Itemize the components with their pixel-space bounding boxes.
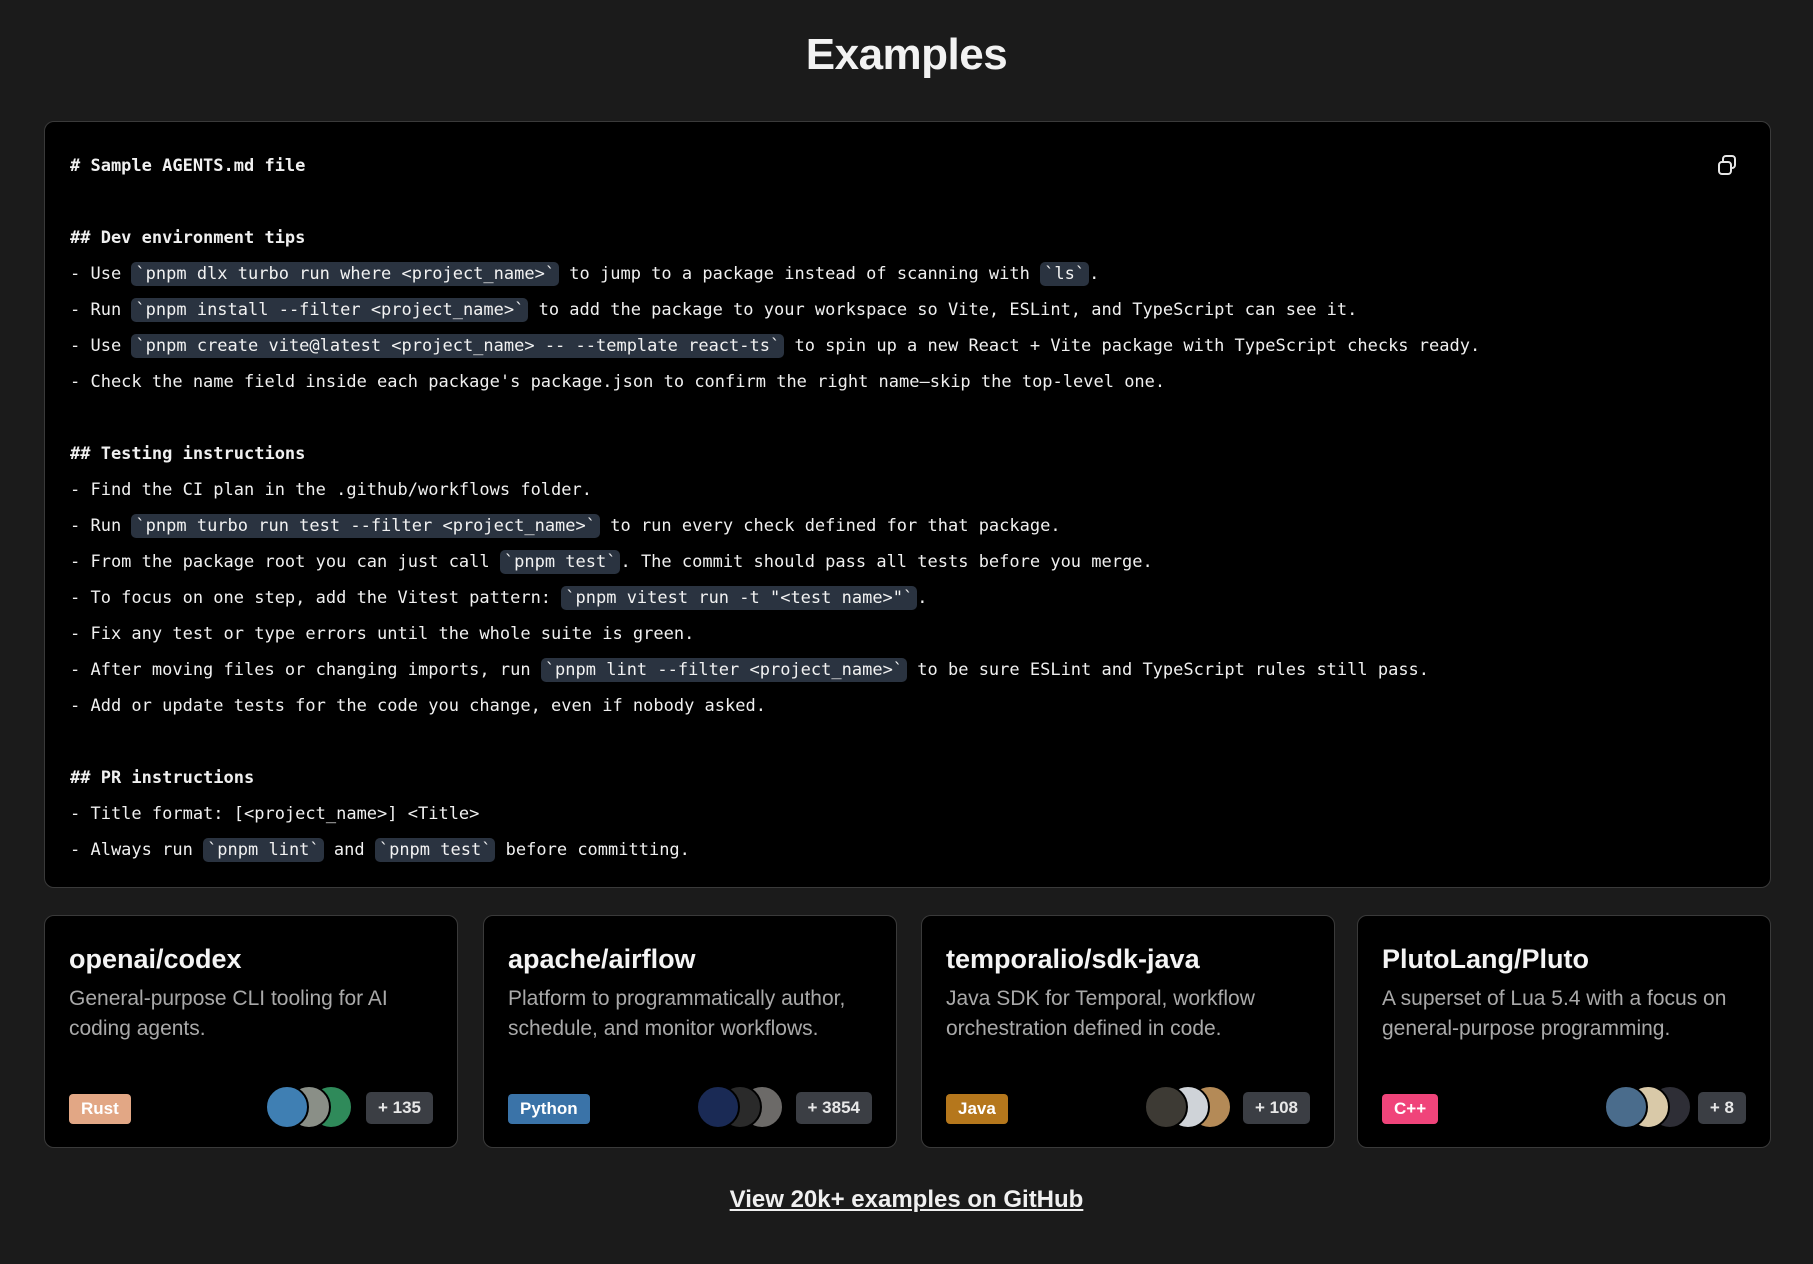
- code-text: - Run: [70, 300, 132, 320]
- avatar: [265, 1085, 309, 1129]
- example-card[interactable]: apache/airflow Platform to programmatica…: [483, 915, 897, 1148]
- github-examples-link[interactable]: View 20k+ examples on GitHub: [730, 1186, 1084, 1213]
- language-badge: Java: [946, 1094, 1008, 1124]
- code-line: - Run `pnpm install --filter <project_na…: [70, 292, 1690, 328]
- example-card[interactable]: temporalio/sdk-java Java SDK for Tempora…: [921, 915, 1335, 1148]
- code-line: - Use `pnpm dlx turbo run where <project…: [70, 256, 1690, 292]
- code-text: - Always run: [70, 840, 204, 860]
- code-line: - Check the name field inside each packa…: [70, 364, 1690, 400]
- code-text: - To focus on one step, add the Vitest p…: [70, 588, 562, 608]
- inline-code: `pnpm test`: [499, 550, 621, 574]
- language-badge: Python: [508, 1094, 590, 1124]
- code-text: - After moving files or changing imports…: [70, 660, 541, 680]
- code-line: - Fix any test or type errors until the …: [70, 616, 1690, 652]
- language-badge: C++: [1382, 1094, 1439, 1124]
- code-line: - Add or update tests for the code you c…: [70, 688, 1690, 724]
- code-text: - From the package root you can just cal…: [70, 552, 500, 572]
- copy-button[interactable]: [1712, 152, 1742, 182]
- code-text: - Title format: [<project_name>] <Title>: [70, 804, 480, 824]
- code-text: to be sure ESLint and TypeScript rules s…: [907, 660, 1430, 680]
- code-text: - Use: [70, 264, 132, 284]
- code-line: - Use `pnpm create vite@latest <project_…: [70, 328, 1690, 364]
- copy-icon: [1716, 154, 1738, 181]
- inline-code: `pnpm dlx turbo run where <project_name>…: [131, 262, 560, 286]
- card-description: A superset of Lua 5.4 with a focus on ge…: [1382, 987, 1727, 1040]
- contributor-avatars: [1144, 1085, 1232, 1129]
- code-line: - Always run `pnpm lint` and `pnpm test`…: [70, 832, 1690, 868]
- code-text: .: [1089, 264, 1100, 284]
- page-title: Examples: [805, 30, 1008, 79]
- inline-code: `pnpm test`: [374, 838, 496, 862]
- inline-code: `pnpm turbo run test --filter <project_n…: [131, 514, 600, 538]
- code-text: . The commit should pass all tests befor…: [620, 552, 1153, 572]
- code-text: - Check the name field inside each packa…: [70, 372, 1166, 392]
- page: Examples # Sample AGENTS.md file ## Dev e…: [0, 0, 1813, 1264]
- inline-code: `pnpm install --filter <project_name>`: [131, 298, 529, 322]
- contributor-avatars: [265, 1085, 353, 1129]
- card-description: Java SDK for Temporal, workflow orchestr…: [946, 987, 1255, 1040]
- code-block: # Sample AGENTS.md file ## Dev environmen…: [44, 121, 1771, 888]
- card-title: apache/airflow: [508, 944, 696, 974]
- card-description: Platform to programmatically author, sch…: [508, 987, 846, 1040]
- contributor-count: + 108: [1242, 1092, 1310, 1124]
- card-title: temporalio/sdk-java: [946, 944, 1200, 974]
- contributor-count: + 135: [365, 1092, 433, 1124]
- avatar: [696, 1085, 740, 1129]
- card-title: openai/codex: [69, 944, 242, 974]
- contributor-count: + 8: [1697, 1092, 1746, 1124]
- code-heading-line: ## PR instructions: [70, 760, 1690, 796]
- language-badge: Rust: [69, 1094, 131, 1124]
- code-text: - Fix any test or type errors until the …: [70, 624, 695, 644]
- contributor-avatars: [696, 1085, 784, 1129]
- code-line: - To focus on one step, add the Vitest p…: [70, 580, 1690, 616]
- contributor-avatars: [1604, 1085, 1692, 1129]
- code-line: - Title format: [<project_name>] <Title>: [70, 796, 1690, 832]
- code-heading-line: # Sample AGENTS.md file: [70, 148, 1690, 184]
- code-heading-line: ## Testing instructions: [70, 436, 1690, 472]
- inline-code: `ls`: [1040, 262, 1090, 286]
- code-text: and: [323, 840, 375, 860]
- code-line: - Find the CI plan in the .github/workfl…: [70, 472, 1690, 508]
- code-line: - After moving files or changing imports…: [70, 652, 1690, 688]
- code-text: - Find the CI plan in the .github/workfl…: [70, 480, 592, 500]
- example-card[interactable]: PlutoLang/Pluto A superset of Lua 5.4 wi…: [1357, 915, 1771, 1148]
- code-text: to run every check defined for that pack…: [600, 516, 1061, 536]
- code-line: - Run `pnpm turbo run test --filter <pro…: [70, 508, 1690, 544]
- inline-code: `pnpm create vite@latest <project_name> …: [131, 334, 785, 358]
- code-text: to add the package to your workspace so …: [528, 300, 1358, 320]
- card-title: PlutoLang/Pluto: [1382, 944, 1589, 974]
- code-text: to jump to a package instead of scanning…: [559, 264, 1041, 284]
- contributor-count: + 3854: [795, 1092, 872, 1124]
- inline-code: `pnpm lint`: [203, 838, 324, 862]
- code-text: before committing.: [495, 840, 690, 860]
- code-line: - From the package root you can just cal…: [70, 544, 1690, 580]
- github-examples-container: View 20k+ examples on GitHub: [0, 1186, 1813, 1214]
- code-text: ## PR instructions: [70, 768, 255, 788]
- code-content: # Sample AGENTS.md file ## Dev environmen…: [70, 148, 1690, 868]
- code-text: ## Testing instructions: [70, 444, 306, 464]
- example-cards: openai/codex General-purpose CLI tooling…: [44, 915, 1771, 1148]
- code-text: .: [917, 588, 928, 608]
- code-text: - Run: [70, 516, 132, 536]
- avatar: [1604, 1085, 1648, 1129]
- code-text: ## Dev environment tips: [70, 228, 306, 248]
- code-text: - Add or update tests for the code you c…: [70, 696, 766, 716]
- code-heading-line: ## Dev environment tips: [70, 220, 1690, 256]
- code-text: # Sample AGENTS.md file: [70, 156, 306, 176]
- code-text: - Use: [70, 336, 132, 356]
- inline-code: `pnpm lint --filter <project_name>`: [540, 658, 908, 682]
- card-description: General-purpose CLI tooling for AI codin…: [69, 987, 388, 1040]
- inline-code: `pnpm vitest run -t "<test name>"`: [561, 586, 918, 610]
- example-card[interactable]: openai/codex General-purpose CLI tooling…: [44, 915, 458, 1148]
- avatar: [1144, 1085, 1188, 1129]
- code-text: to spin up a new React + Vite package wi…: [784, 336, 1481, 356]
